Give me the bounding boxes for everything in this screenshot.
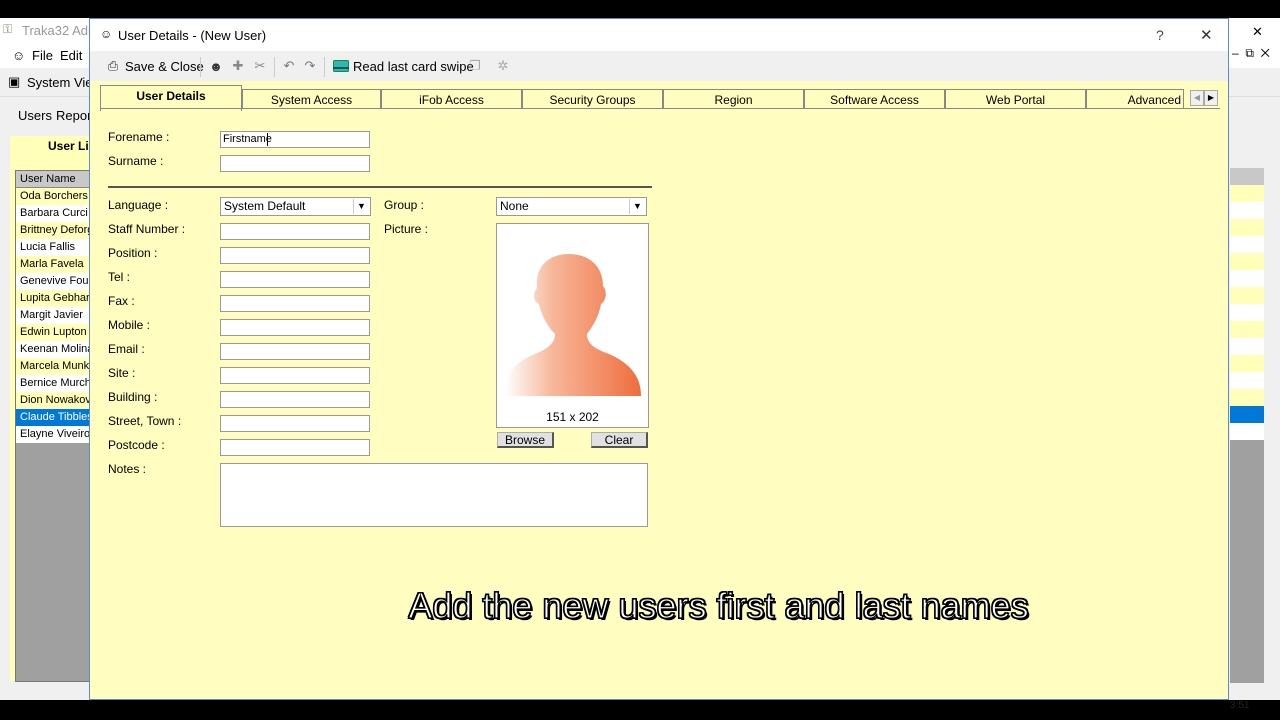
tel-input[interactable] — [220, 271, 370, 288]
tab-users[interactable]: Users — [18, 108, 52, 123]
browse-button[interactable]: Browse — [497, 432, 554, 448]
menu-file[interactable]: File — [32, 48, 53, 63]
add-user-icon[interactable]: ☻ — [207, 57, 225, 75]
tab-strip: User Details System Access iFob Access S… — [100, 85, 1220, 111]
help-button[interactable]: ? — [1156, 27, 1164, 43]
user-icon: ☺ — [12, 48, 26, 63]
delete-icon[interactable]: ✂ — [251, 57, 269, 75]
clear-button[interactable]: Clear — [591, 432, 648, 448]
system-view-icon: ▣ — [8, 74, 21, 89]
language-select[interactable]: System Default ▼ — [220, 197, 371, 216]
clock-text: 3:51 — [1230, 700, 1250, 711]
list-item[interactable]: Brittney Deforg — [16, 222, 96, 239]
mobile-input[interactable] — [220, 319, 370, 336]
tab-system-access[interactable]: System Access — [242, 89, 381, 109]
dialog-title: User Details - (New User) — [118, 28, 267, 43]
list-item[interactable]: Keenan Molina — [16, 341, 96, 358]
tab-web-portal[interactable]: Web Portal — [945, 89, 1086, 109]
video-caption: Add the new users first and last names — [408, 584, 1030, 626]
tab-ifob-access[interactable]: iFob Access — [381, 89, 522, 109]
picture-size-text: 151 x 202 — [546, 410, 599, 424]
chevron-down-icon[interactable]: ▼ — [353, 199, 369, 214]
save-close-button[interactable]: Save & Close — [125, 59, 204, 74]
list-item[interactable]: Barbara Curci — [16, 205, 96, 222]
language-value: System Default — [224, 199, 306, 213]
restore-icon[interactable]: ⧉ — [1245, 46, 1254, 60]
close-button[interactable]: ✕ — [1200, 26, 1213, 44]
tab-scroll-right-icon[interactable]: ▶ — [1204, 90, 1218, 106]
app-close-icon[interactable]: ✕ — [1252, 24, 1263, 40]
site-label: Site : — [108, 366, 136, 380]
list-item[interactable]: Oda Borchers — [16, 188, 96, 205]
street-town-input[interactable] — [220, 415, 370, 432]
read-card-button[interactable]: Read last card swipe — [353, 59, 474, 74]
tel-label: Tel : — [108, 270, 131, 284]
menu-edit[interactable]: Edit — [60, 48, 82, 63]
postcode-input[interactable] — [220, 439, 370, 456]
postcode-label: Postcode : — [108, 438, 165, 452]
undo-icon[interactable]: ↶ — [280, 57, 298, 75]
position-label: Position : — [108, 246, 158, 260]
tab-software-access[interactable]: Software Access — [804, 89, 945, 109]
email-label: Email : — [108, 342, 145, 356]
avatar-placeholder-icon — [505, 254, 641, 396]
street-town-label: Street, Town : — [108, 414, 182, 428]
close-icon[interactable]: ✕ — [1261, 46, 1270, 60]
tab-scroll-left-icon[interactable]: ◀ — [1190, 90, 1204, 106]
position-input[interactable] — [220, 247, 370, 264]
settings-icon[interactable]: ✲ — [494, 57, 512, 75]
list-item[interactable]: Lucia Fallis — [16, 239, 96, 256]
notes-label: Notes : — [108, 462, 147, 476]
building-label: Building : — [108, 390, 158, 404]
card-reader-icon — [332, 57, 350, 75]
background-app-title: Traka32 Adm — [22, 23, 99, 38]
list-item[interactable]: Dion Nowakov — [16, 392, 96, 409]
list-item[interactable]: Edwin Lupton — [16, 324, 96, 341]
mobile-label: Mobile : — [108, 318, 151, 332]
group-label: Group : — [384, 198, 425, 212]
surname-input[interactable] — [220, 155, 370, 172]
list-item[interactable]: Bernice Murch — [16, 375, 96, 392]
building-input[interactable] — [220, 391, 370, 408]
forename-input[interactable]: Firstname — [220, 131, 370, 148]
fax-input[interactable] — [220, 295, 370, 312]
list-item[interactable]: Lupita Gebhar — [16, 290, 96, 307]
language-label: Language : — [108, 198, 169, 212]
text-cursor — [267, 133, 268, 146]
redo-icon[interactable]: ↷ — [301, 57, 319, 75]
save-close-icon: ⎙ — [107, 58, 119, 73]
staff-number-label: Staff Number : — [108, 222, 186, 236]
list-item[interactable]: Genevive Fou — [16, 273, 96, 290]
dialog-title-bar: ☺ User Details - (New User) ? ✕ — [90, 19, 1228, 51]
minimize-icon[interactable]: – — [1232, 46, 1239, 60]
list-header[interactable]: User Name — [16, 171, 96, 188]
chevron-down-icon[interactable]: ▼ — [629, 199, 645, 214]
list-item[interactable]: Marcela Munk — [16, 358, 96, 375]
list-item[interactable]: Margit Javier — [16, 307, 96, 324]
forename-label: Forename : — [108, 130, 170, 144]
background-window-controls[interactable]: – ⧉ ✕ — [1232, 46, 1270, 61]
tab-advanced[interactable]: Advanced — [1086, 89, 1184, 109]
surname-label: Surname : — [108, 154, 164, 168]
dialog-toolbar: ⎙ Save & Close ☻ ✚ ✂ ↶ ↷ Read last card … — [90, 51, 1228, 81]
tab-security-groups[interactable]: Security Groups — [522, 89, 663, 109]
picture-label: Picture : — [384, 222, 429, 236]
dialog-app-icon: ☺ — [100, 27, 113, 41]
list-item[interactable]: Elayne Viveiro — [16, 426, 96, 443]
app-logo-icon: ⚿ — [3, 22, 13, 36]
copy-icon[interactable]: ❐ — [466, 57, 484, 75]
tab-region[interactable]: Region — [663, 89, 804, 109]
add-item-icon[interactable]: ✚ — [229, 57, 247, 75]
list-item-selected[interactable]: Claude Tibbles — [16, 409, 96, 426]
notes-textarea[interactable] — [220, 463, 648, 527]
fax-label: Fax : — [108, 294, 135, 308]
site-input[interactable] — [220, 367, 370, 384]
email-input[interactable] — [220, 343, 370, 360]
group-value: None — [500, 199, 529, 213]
staff-number-input[interactable] — [220, 223, 370, 240]
picture-frame[interactable]: 151 x 202 — [496, 223, 649, 428]
group-select[interactable]: None ▼ — [496, 197, 647, 216]
list-item[interactable]: Marla Favela — [16, 256, 96, 273]
section-divider — [108, 186, 652, 188]
